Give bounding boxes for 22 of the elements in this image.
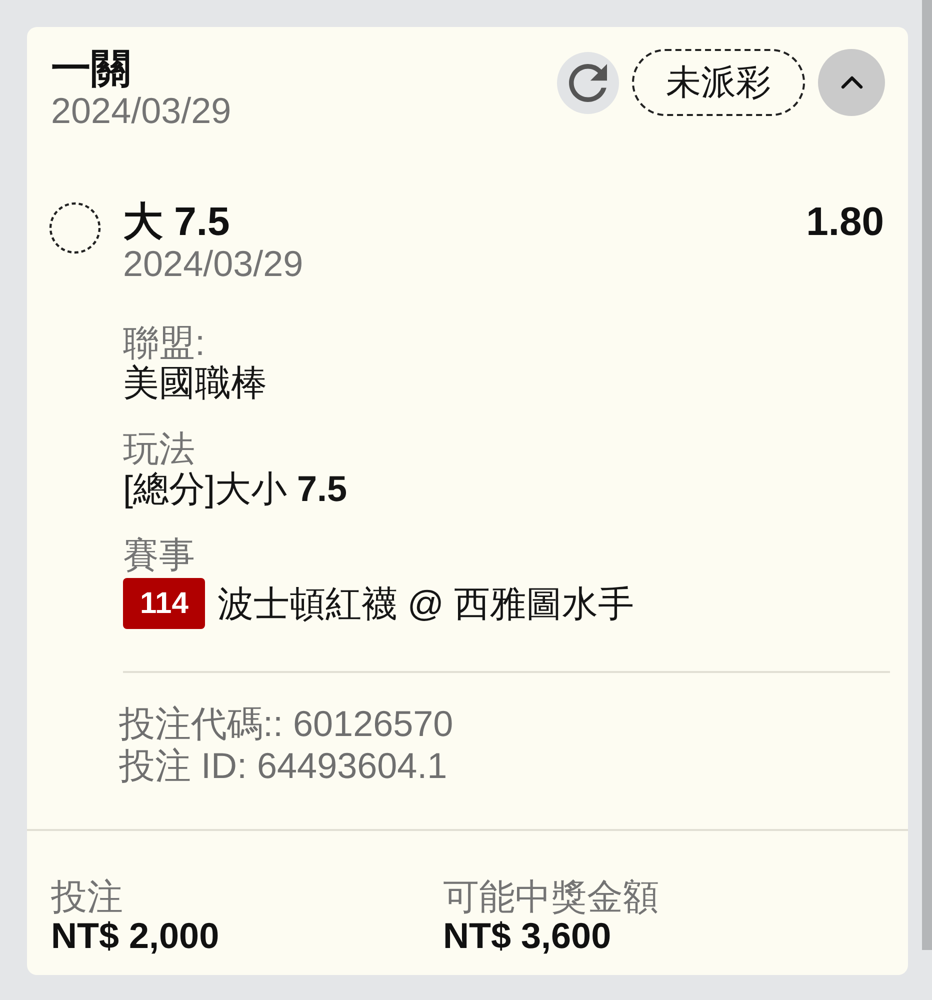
status-pill: 未派彩 <box>632 49 805 116</box>
refresh-icon <box>569 64 607 102</box>
scrollbar-thumb[interactable] <box>922 0 932 950</box>
dashed-circle-icon <box>49 202 101 254</box>
detail-value: 美國職棒 <box>123 363 268 403</box>
match-name: 波士頓紅襪 @ 西雅圖水手 <box>217 584 634 624</box>
bet-reference-line: 投注代碼:: 60126570 <box>119 703 454 745</box>
amount-label: 可能中獎金額 <box>443 877 659 917</box>
odds-value: 1.80 <box>806 200 884 244</box>
detail-label: 聯盟: <box>123 323 206 363</box>
bet-date: 2024/03/29 <box>51 91 232 131</box>
bet-reference-line: 投注 ID: 64493604.1 <box>119 745 448 787</box>
amount-value: NT$ 2,000 <box>51 917 220 955</box>
selection-date: 2024/03/29 <box>123 244 304 284</box>
detail-label: 玩法 <box>123 429 196 469</box>
event-number-tag: 114 <box>123 578 206 629</box>
bet-type-title: 一關 <box>51 47 132 91</box>
selection-name: 大 7.5 <box>123 200 230 244</box>
amount-label: 投注 <box>51 877 124 917</box>
detail-label: 賽事 <box>123 535 196 575</box>
detail-value: [總分]大小 7.5 <box>123 469 348 509</box>
amount-value: NT$ 3,600 <box>443 917 612 955</box>
